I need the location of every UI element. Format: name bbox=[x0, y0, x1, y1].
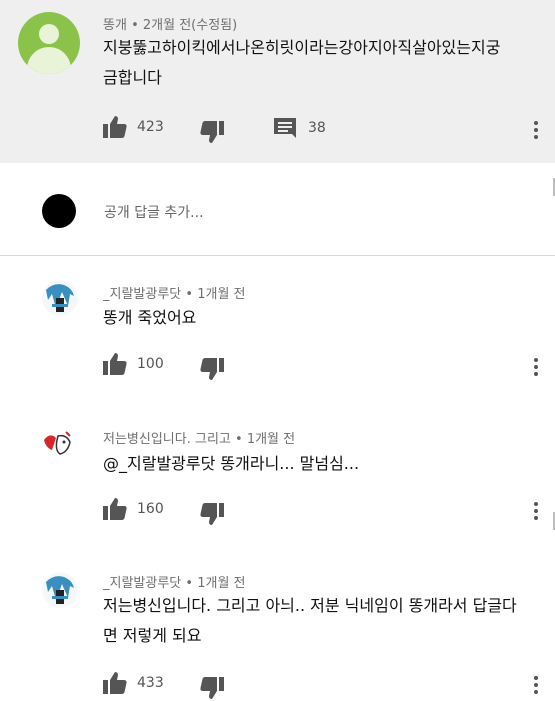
reply-time: 1개월 전 bbox=[246, 432, 296, 447]
reply-text: 똥개 죽었어요 bbox=[103, 303, 196, 333]
more-options-icon[interactable] bbox=[534, 121, 538, 139]
comment-icon bbox=[274, 118, 296, 138]
reply-meta: 저는병신입니다. 그리고 • 1개월 전 bbox=[103, 428, 295, 447]
avatar bbox=[42, 194, 76, 228]
meta-separator: • bbox=[185, 576, 194, 591]
thumb-down-icon bbox=[200, 121, 224, 143]
comment-text: 지붕뚫고하이킥에서나온히릿이라는강아지아직살아있는지궁 금합니다 bbox=[103, 33, 500, 93]
reply-author[interactable]: _지랄발광루닷 bbox=[103, 287, 181, 302]
sketch-avatar-icon bbox=[40, 426, 76, 462]
like-button[interactable]: 100 bbox=[103, 353, 164, 375]
reply-time: 1개월 전 bbox=[197, 576, 246, 591]
avatar[interactable] bbox=[42, 572, 78, 608]
replies-button[interactable]: 38 bbox=[274, 118, 326, 138]
more-options-icon[interactable] bbox=[534, 502, 538, 520]
reply-count: 38 bbox=[308, 120, 326, 136]
comment-author[interactable]: 똥개 bbox=[103, 18, 127, 33]
thumb-down-icon bbox=[200, 677, 224, 699]
avatar-body bbox=[27, 47, 71, 74]
reply-text: @_지랄발광루닷 똥개라니... 말넘심... bbox=[103, 449, 359, 479]
reply-text-line: 면 저렇게 되요 bbox=[103, 626, 202, 645]
like-count: 433 bbox=[137, 675, 164, 691]
thumb-down-icon bbox=[200, 358, 224, 380]
like-button[interactable]: 160 bbox=[103, 498, 164, 520]
highlighted-comment: 똥개 • 2개월 전(수정됨) 지붕뚫고하이킥에서나온히릿이라는강아지아직살아있… bbox=[0, 0, 555, 163]
avatar[interactable] bbox=[18, 12, 80, 74]
anime-avatar-icon bbox=[42, 280, 78, 316]
reply-text: 저는병신입니다. 그리고 아늬.. 저분 닉네임이 똥개라서 답글다 면 저렇게… bbox=[103, 591, 517, 651]
comment-text-line: 금합니다 bbox=[103, 68, 162, 87]
reply-text-line: 저는병신입니다. 그리고 아늬.. 저분 닉네임이 똥개라서 답글다 bbox=[103, 596, 517, 615]
add-reply-section bbox=[0, 163, 555, 256]
like-count: 100 bbox=[137, 356, 164, 372]
thumb-up-icon bbox=[103, 353, 127, 375]
more-options-icon[interactable] bbox=[534, 676, 538, 694]
dislike-button[interactable] bbox=[200, 677, 224, 699]
thumb-up-icon bbox=[103, 672, 127, 694]
dislike-button[interactable] bbox=[200, 503, 224, 525]
avatar[interactable] bbox=[42, 280, 78, 316]
reply-meta: _지랄발광루닷 • 1개월 전 bbox=[103, 283, 246, 302]
avatar[interactable] bbox=[40, 426, 76, 462]
reply-author[interactable]: 저는병신입니다. 그리고 bbox=[103, 432, 231, 447]
meta-separator: • bbox=[235, 432, 243, 447]
meta-separator: • bbox=[131, 18, 139, 33]
meta-separator: • bbox=[185, 287, 194, 302]
comment-text-line: 지붕뚫고하이킥에서나온히릿이라는강아지아직살아있는지궁 bbox=[103, 38, 501, 57]
reply-text-line: @_지랄발광루닷 똥개라니... 말넘심... bbox=[103, 454, 360, 473]
dislike-button[interactable] bbox=[200, 121, 224, 143]
dislike-button[interactable] bbox=[200, 358, 224, 380]
comment-meta: 똥개 • 2개월 전(수정됨) bbox=[103, 14, 237, 33]
add-reply-input[interactable]: 공개 답글 추가... bbox=[104, 202, 204, 222]
reply-text-line: 똥개 죽었어요 bbox=[103, 308, 197, 327]
reply-meta: _지랄발광루닷 • 1개월 전 bbox=[103, 572, 246, 591]
like-count: 423 bbox=[137, 119, 164, 135]
anime-avatar-icon bbox=[42, 572, 78, 608]
comment-time: 2개월 전(수정됨) bbox=[142, 18, 238, 33]
more-options-icon[interactable] bbox=[534, 358, 538, 376]
thumb-down-icon bbox=[200, 503, 224, 525]
like-button[interactable]: 423 bbox=[103, 116, 164, 138]
avatar-head bbox=[39, 24, 59, 44]
thumb-up-icon bbox=[103, 498, 127, 520]
like-count: 160 bbox=[137, 501, 164, 517]
like-button[interactable]: 433 bbox=[103, 672, 164, 694]
reply-author[interactable]: _지랄발광루닷 bbox=[103, 576, 181, 591]
thumb-up-icon bbox=[103, 116, 127, 138]
reply-time: 1개월 전 bbox=[197, 287, 246, 302]
